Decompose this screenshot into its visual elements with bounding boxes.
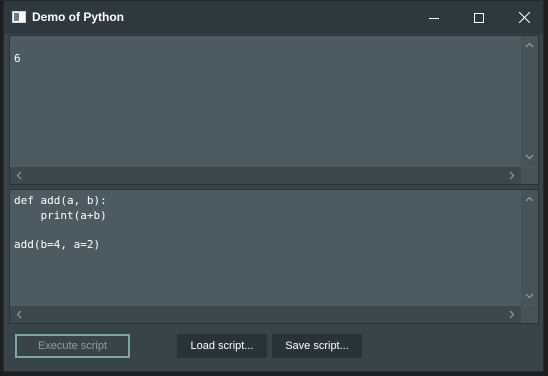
editor-panel: def add(a, b): print(a+b) add(b=4, a=2)	[9, 189, 539, 324]
scroll-right-icon[interactable]	[506, 169, 518, 181]
scroll-up-icon[interactable]	[523, 39, 535, 51]
load-script-button[interactable]: Load script...	[177, 334, 267, 358]
scroll-up-icon[interactable]	[523, 193, 535, 205]
minimize-icon	[429, 17, 439, 19]
execute-script-button[interactable]: Execute script	[15, 334, 130, 358]
code-editor[interactable]: def add(a, b): print(a+b) add(b=4, a=2)	[14, 194, 520, 305]
output-horizontal-scrollbar[interactable]	[10, 167, 521, 184]
app-window: Demo of Python 6 def add(a, b): print(a+…	[3, 0, 544, 372]
maximize-icon	[474, 12, 484, 23]
maximize-button[interactable]	[456, 1, 502, 34]
scrollbar-corner	[521, 167, 538, 184]
scroll-left-icon[interactable]	[13, 308, 25, 320]
title-bar[interactable]: Demo of Python	[4, 1, 543, 34]
save-script-button[interactable]: Save script...	[272, 334, 362, 358]
scroll-left-icon[interactable]	[13, 169, 25, 181]
editor-vertical-scrollbar[interactable]	[521, 190, 538, 305]
scroll-right-icon[interactable]	[506, 308, 518, 320]
app-icon	[12, 11, 26, 23]
close-button[interactable]	[501, 1, 547, 34]
window-title: Demo of Python	[32, 10, 124, 24]
output-vertical-scrollbar[interactable]	[521, 36, 538, 166]
scroll-down-icon[interactable]	[523, 151, 535, 163]
minimize-button[interactable]	[411, 1, 457, 34]
output-text[interactable]: 6	[14, 52, 520, 166]
editor-horizontal-scrollbar[interactable]	[10, 306, 521, 323]
scrollbar-corner	[521, 306, 538, 323]
close-icon	[518, 12, 530, 23]
scroll-down-icon[interactable]	[523, 290, 535, 302]
output-panel: 6	[9, 35, 539, 185]
